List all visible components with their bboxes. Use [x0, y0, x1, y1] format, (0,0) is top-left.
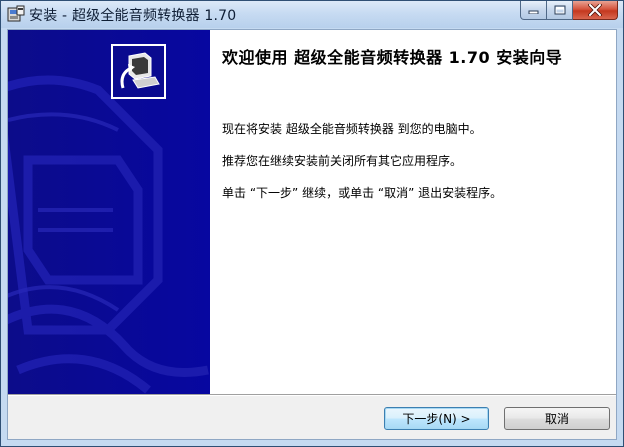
- wizard-content: 欢迎使用 超级全能音频转换器 1.70 安装向导 现在将安装 超级全能音频转换器…: [222, 48, 602, 200]
- window-title: 安装 - 超级全能音频转换器 1.70: [29, 8, 237, 24]
- minimize-button[interactable]: [520, 1, 547, 20]
- instructions-text: 单击 “下一步” 继续，或单击 “取消” 退出安装程序。: [222, 186, 503, 200]
- close-icon: [588, 4, 602, 16]
- maximize-icon: [554, 5, 565, 15]
- next-button[interactable]: 下一步(N) >: [384, 407, 489, 430]
- title-bar[interactable]: 安装 - 超级全能音频转换器 1.70: [1, 1, 623, 28]
- button-bar: 下一步(N) > 取消: [8, 396, 616, 439]
- wizard-sidebar-image: [8, 30, 210, 394]
- caption-buttons: [520, 1, 618, 21]
- wizard-client-area: 欢迎使用 超级全能音频转换器 1.70 安装向导 现在将安装 超级全能音频转换器…: [7, 29, 617, 440]
- setup-computer-icon: [111, 44, 166, 99]
- sidebar-graphic: [8, 30, 210, 394]
- welcome-heading: 欢迎使用 超级全能音频转换器 1.70 安装向导: [222, 48, 563, 67]
- minimize-icon: [528, 10, 539, 14]
- installer-window: 安装 - 超级全能音频转换器 1.70 欢迎使用 超级全能音频转换器 1.70 …: [0, 0, 624, 447]
- close-apps-text: 推荐您在继续安装前关闭所有其它应用程序。: [222, 154, 463, 168]
- cancel-button[interactable]: 取消: [504, 407, 610, 430]
- close-button[interactable]: [573, 1, 618, 20]
- maximize-button[interactable]: [547, 1, 573, 20]
- installer-app-icon[interactable]: [7, 5, 25, 23]
- install-info-text: 现在将安装 超级全能音频转换器 到您的电脑中。: [222, 122, 482, 136]
